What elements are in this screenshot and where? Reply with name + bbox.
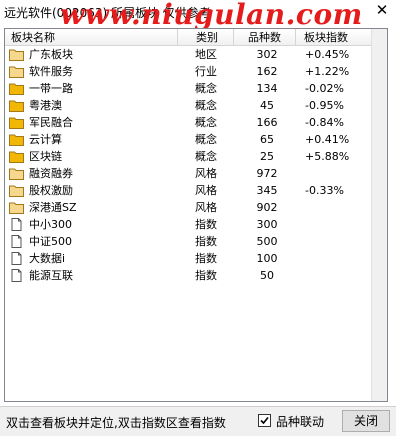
vertical-scrollbar[interactable] — [371, 29, 387, 401]
row-category: 指数 — [195, 269, 217, 282]
watermark: www.niugulan.com — [60, 0, 363, 31]
row-name: 股权激励 — [29, 184, 73, 197]
row-name: 能源互联 — [29, 269, 73, 282]
table-row[interactable]: 粤港澳 概念 45 -0.95% — [5, 97, 372, 114]
table-row[interactable]: 广东板块 地区 302 +0.45% — [5, 46, 372, 63]
row-index: -0.33% — [305, 184, 344, 197]
column-header-name[interactable]: 板块名称 — [5, 29, 178, 46]
row-name: 区块链 — [29, 150, 62, 163]
column-header-index[interactable]: 板块指数 — [296, 29, 372, 46]
row-index: -0.95% — [305, 99, 344, 112]
close-button[interactable]: 关闭 — [342, 410, 390, 432]
row-count: 300 — [256, 218, 278, 231]
row-name: 深港通SZ — [29, 201, 77, 214]
row-index — [305, 165, 365, 182]
row-index: +0.41% — [305, 133, 350, 146]
row-index: -0.84% — [305, 116, 344, 129]
row-count: 134 — [256, 82, 278, 95]
table-row[interactable]: 股权激励 风格 345 -0.33% — [5, 182, 372, 199]
table-row[interactable]: 深港通SZ 风格 902 — [5, 199, 372, 216]
row-count: 162 — [256, 65, 278, 78]
linkage-label: 品种联动 — [276, 415, 325, 429]
checkbox-box[interactable] — [258, 414, 271, 427]
table-row[interactable]: 大数据i 指数 100 — [5, 250, 372, 267]
row-category: 概念 — [195, 150, 217, 163]
table-row[interactable]: 软件服务 行业 162 +1.22% — [5, 63, 372, 80]
row-category: 概念 — [195, 116, 217, 129]
row-count: 302 — [256, 48, 278, 61]
row-index: +1.22% — [305, 65, 350, 78]
row-count: 902 — [256, 201, 278, 214]
row-category: 概念 — [195, 82, 217, 95]
row-count: 45 — [260, 99, 274, 112]
table-row[interactable]: 区块链 概念 25 +5.88% — [5, 148, 372, 165]
row-category: 风格 — [195, 167, 217, 180]
table-row[interactable]: 中小300 指数 300 — [5, 216, 372, 233]
row-name: 融资融券 — [29, 167, 73, 180]
status-bar: 双击查看板块并定位,双击指数区查看指数 品种联动 关闭 — [0, 406, 396, 436]
sector-list[interactable]: 板块名称 类别 品种数 板块指数 广东板块 地区 302 +0.45% 软件服务 行业 16… — [4, 28, 388, 402]
row-index: +5.88% — [305, 150, 350, 163]
table-row[interactable]: 一带一路 概念 134 -0.02% — [5, 80, 372, 97]
row-name: 大数据i — [29, 252, 66, 265]
row-name: 软件服务 — [29, 65, 73, 78]
table-row[interactable]: 军民融合 概念 166 -0.84% — [5, 114, 372, 131]
checkmark-icon — [260, 416, 269, 425]
row-category: 行业 — [195, 65, 217, 78]
row-count: 100 — [256, 252, 278, 265]
row-count: 972 — [256, 167, 278, 180]
table-row[interactable]: 中证500 指数 500 — [5, 233, 372, 250]
row-category: 指数 — [195, 235, 217, 248]
list-header: 板块名称 类别 品种数 板块指数 — [5, 29, 372, 46]
row-index — [305, 199, 365, 216]
row-count: 166 — [256, 116, 278, 129]
row-index — [305, 267, 365, 284]
row-count: 25 — [260, 150, 274, 163]
title-bar: 远光软件(002063) 所属板块 仅供参考 www.niugulan.com … — [0, 0, 396, 31]
status-hint: 双击查看板块并定位,双击指数区查看指数 — [6, 416, 226, 430]
table-row[interactable]: 云计算 概念 65 +0.41% — [5, 131, 372, 148]
row-category: 概念 — [195, 133, 217, 146]
row-name: 中证500 — [29, 235, 72, 248]
row-name: 军民融合 — [29, 116, 73, 129]
row-index — [305, 233, 365, 250]
row-name: 粤港澳 — [29, 99, 62, 112]
row-count: 50 — [260, 269, 274, 282]
row-category: 风格 — [195, 184, 217, 197]
row-name: 中小300 — [29, 218, 72, 231]
table-row[interactable]: 融资融券 风格 972 — [5, 165, 372, 182]
row-name: 一带一路 — [29, 82, 73, 95]
row-category: 概念 — [195, 99, 217, 112]
close-icon[interactable]: ✕ — [374, 2, 390, 18]
row-category: 地区 — [195, 48, 217, 61]
row-category: 指数 — [195, 218, 217, 231]
row-index: +0.45% — [305, 48, 350, 61]
row-count: 500 — [256, 235, 278, 248]
row-index — [305, 250, 365, 267]
row-index: -0.02% — [305, 82, 344, 95]
row-count: 65 — [260, 133, 274, 146]
row-index — [305, 216, 365, 233]
row-name: 云计算 — [29, 133, 62, 146]
row-category: 风格 — [195, 201, 217, 214]
column-header-count[interactable]: 品种数 — [234, 29, 296, 46]
table-row[interactable]: 能源互联 指数 50 — [5, 267, 372, 284]
row-category: 指数 — [195, 252, 217, 265]
column-header-category[interactable]: 类别 — [178, 29, 234, 46]
row-count: 345 — [256, 184, 278, 197]
row-name: 广东板块 — [29, 48, 73, 61]
